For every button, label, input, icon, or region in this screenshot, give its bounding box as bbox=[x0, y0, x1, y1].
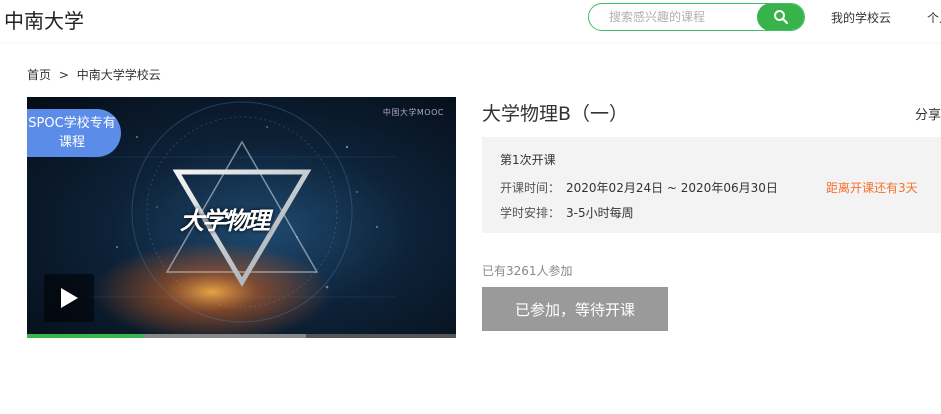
search-icon bbox=[774, 10, 788, 24]
school-name[interactable]: 中南大学 bbox=[4, 5, 84, 34]
schedule-row: 开课时间： 2020年02月24日 ~ 2020年06月30日 bbox=[500, 179, 778, 196]
hours-label: 学时安排： bbox=[500, 206, 561, 220]
search-box bbox=[588, 3, 805, 31]
hours-value: 3-5小时每周 bbox=[566, 206, 634, 220]
session-label: 第1次开课 bbox=[500, 153, 556, 167]
share-button[interactable]: 分享 bbox=[915, 104, 941, 123]
course-title: 大学物理B（一） bbox=[482, 103, 629, 125]
search-input[interactable] bbox=[589, 4, 759, 30]
breadcrumb: 首页 > 中南大学学校云 bbox=[27, 66, 165, 83]
play-icon bbox=[61, 288, 78, 308]
cover-title: 大学物理 bbox=[180, 207, 270, 235]
search-button[interactable] bbox=[757, 4, 804, 30]
badge-line-1: SPOC学校专有 bbox=[28, 116, 116, 131]
breadcrumb-home[interactable]: 首页 bbox=[27, 68, 51, 82]
breadcrumb-current[interactable]: 中南大学学校云 bbox=[77, 68, 161, 82]
play-button[interactable] bbox=[44, 274, 94, 322]
top-bar: 中南大学 我的学校云 个人 bbox=[0, 0, 941, 42]
progress-played bbox=[27, 334, 143, 338]
countdown-text: 距离开课还有3天 bbox=[826, 181, 918, 195]
spoc-badge: SPOC学校专有 课程 bbox=[27, 109, 121, 157]
course-video-player[interactable]: 大学物理 中国大学MOOC SPOC学校专有 课程 bbox=[27, 97, 456, 338]
mooc-logo: 中国大学MOOC bbox=[382, 108, 444, 117]
breadcrumb-separator: > bbox=[58, 68, 69, 82]
badge-line-2: 课程 bbox=[58, 135, 85, 150]
joined-waiting-button[interactable]: 已参加，等待开课 bbox=[482, 287, 668, 331]
enrolled-count: 已有3261人参加 bbox=[482, 264, 573, 278]
nav-my-school-cloud[interactable]: 我的学校云 bbox=[831, 9, 891, 26]
progress-buffered bbox=[142, 334, 306, 338]
hours-row: 学时安排： 3-5小时每周 bbox=[500, 204, 634, 221]
session-info-box: 第1次开课 开课时间： 2020年02月24日 ~ 2020年06月30日 距离开… bbox=[482, 137, 941, 233]
schedule-label: 开课时间： bbox=[500, 181, 561, 195]
schedule-value: 2020年02月24日 ~ 2020年06月30日 bbox=[566, 181, 778, 195]
nav-personal[interactable]: 个人 bbox=[927, 9, 941, 26]
video-progress-bar[interactable] bbox=[27, 334, 456, 338]
